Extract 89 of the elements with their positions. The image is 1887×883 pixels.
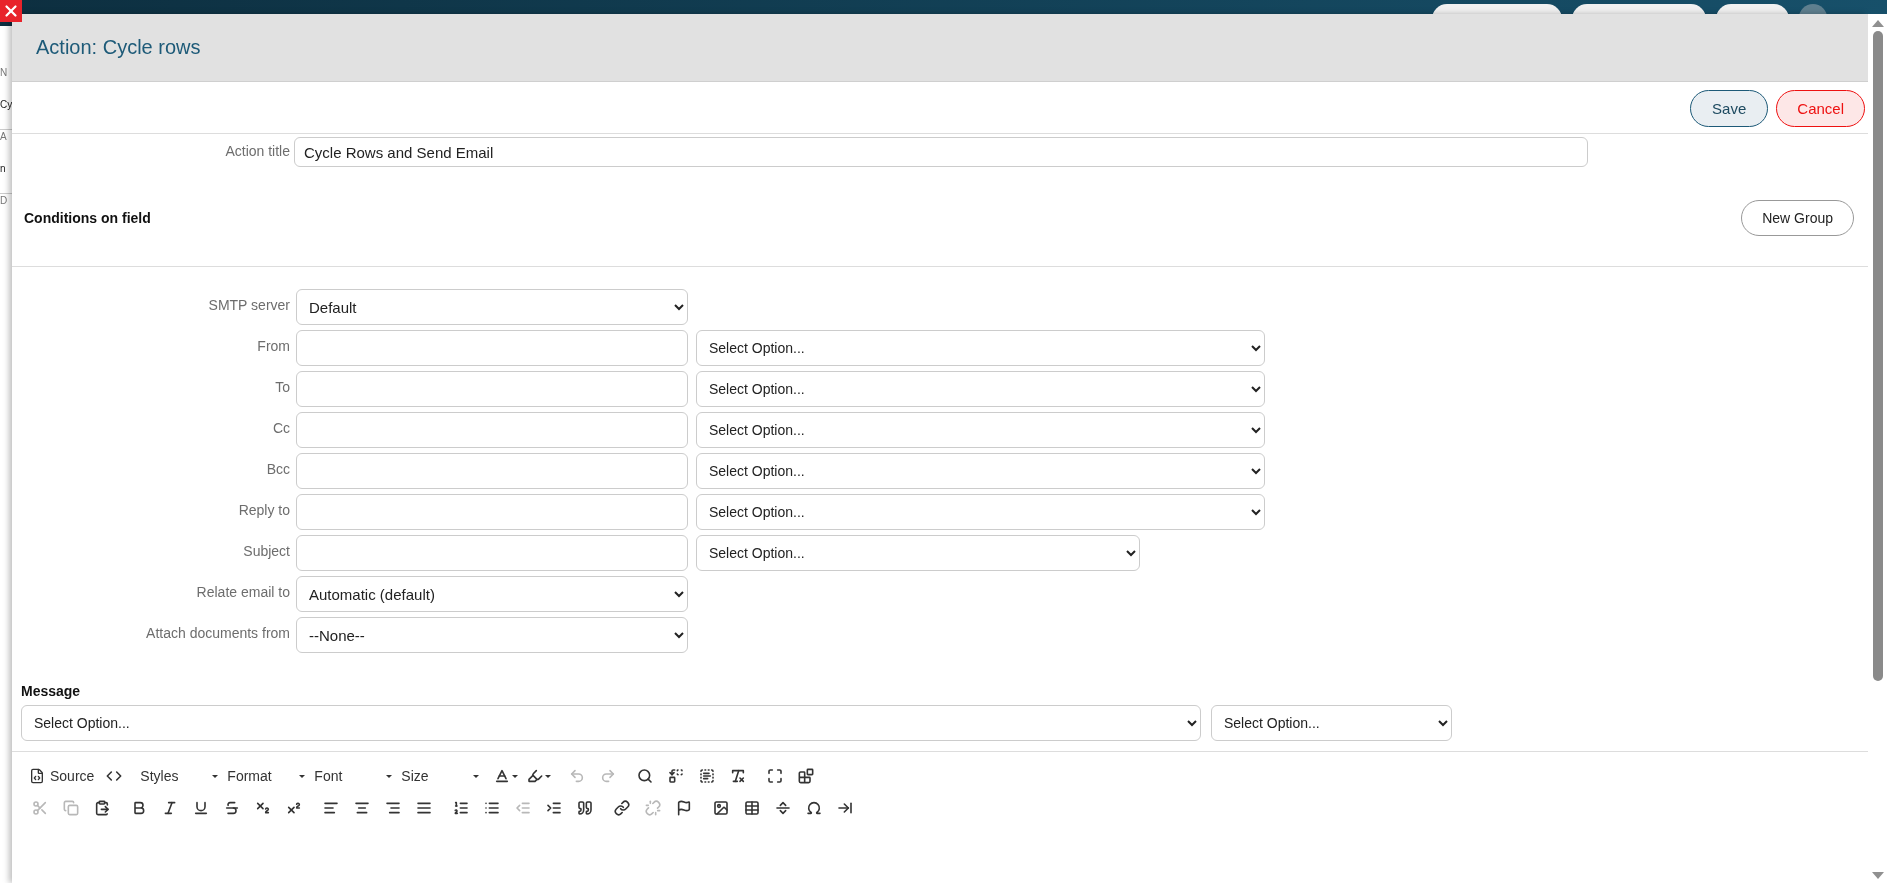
align-justify-icon	[416, 800, 432, 816]
scissors-icon	[32, 800, 48, 816]
toolbar-dropdown[interactable]: Styles	[137, 762, 222, 790]
section-heading: Conditions on field	[24, 210, 151, 226]
select-field[interactable]: Select Option...	[696, 535, 1140, 571]
source-button[interactable]: Source	[26, 762, 98, 790]
outdent-icon	[515, 800, 531, 816]
input-field[interactable]	[296, 412, 688, 448]
select-field[interactable]: Select Option...	[696, 412, 1265, 448]
numbered-list-icon	[453, 800, 469, 816]
unlink-icon	[645, 800, 661, 816]
link-icon	[614, 800, 630, 816]
field-label: Reply to	[237, 501, 290, 518]
input-field[interactable]	[296, 453, 688, 489]
toolbar-dropdown[interactable]: Font	[311, 762, 396, 790]
save-button[interactable]: Save	[1690, 90, 1769, 127]
field-label: SMTP server	[207, 296, 290, 313]
background-text: D	[0, 194, 9, 208]
field-label: Relate email to	[195, 583, 290, 600]
caret-icon	[386, 774, 393, 778]
input-field[interactable]: Cycle Rows and Send Email	[294, 137, 1588, 167]
field-label: Bcc	[265, 460, 290, 477]
search-icon	[637, 768, 654, 784]
field-label: To	[274, 378, 290, 395]
select-field[interactable]: Select Option...	[21, 705, 1201, 741]
bullet-list-icon	[484, 800, 500, 816]
copy-icon	[63, 800, 79, 816]
horizontal-rule-icon	[775, 800, 791, 816]
field-label: From	[256, 337, 290, 354]
dialog-title: Action: Cycle rows	[36, 36, 201, 59]
remove-format-icon	[730, 768, 747, 784]
code-icon	[106, 768, 123, 784]
background-text: N	[0, 66, 9, 80]
maximize-icon	[767, 768, 784, 784]
blocks-icon	[798, 768, 815, 784]
indent-icon	[546, 800, 562, 816]
background-text: A	[0, 130, 8, 144]
caret-icon	[512, 774, 519, 778]
highlighter-icon	[527, 768, 544, 784]
bold-icon	[131, 800, 147, 816]
input-field[interactable]	[296, 330, 688, 366]
undo-icon	[569, 768, 586, 784]
page-break-icon	[837, 800, 853, 816]
table-icon	[744, 800, 760, 816]
scroll-down-icon[interactable]	[1871, 872, 1884, 879]
file-code-icon	[29, 768, 45, 784]
image-icon	[713, 800, 729, 816]
clipboard-icon	[94, 800, 110, 816]
select-field[interactable]: Select Option...	[696, 330, 1265, 366]
text-color-icon	[494, 768, 511, 784]
subscript-icon	[255, 800, 271, 816]
redo-icon	[600, 768, 617, 784]
replace-icon	[668, 768, 685, 784]
cancel-button[interactable]: Cancel	[1776, 90, 1865, 127]
strikethrough-icon	[224, 800, 240, 816]
input-field[interactable]	[296, 535, 688, 571]
new-group-button[interactable]: New Group	[1741, 200, 1854, 236]
toolbar-dropdown[interactable]: Format	[224, 762, 309, 790]
input-field[interactable]	[296, 371, 688, 407]
quote-icon	[577, 800, 593, 816]
select-field[interactable]: Select Option...	[696, 453, 1265, 489]
caret-icon	[473, 774, 480, 778]
caret-icon	[299, 774, 306, 778]
superscript-icon	[286, 800, 302, 816]
align-left-icon	[323, 800, 339, 816]
section-heading: Message	[21, 683, 82, 699]
field-label: Action title	[224, 142, 290, 159]
toolbar-dropdown[interactable]: Size	[398, 762, 483, 790]
align-right-icon	[385, 800, 401, 816]
omega-icon	[806, 800, 822, 816]
field-label: Attach documents from	[145, 624, 290, 641]
scrollbar-thumb[interactable]	[1872, 31, 1883, 681]
align-center-icon	[354, 800, 370, 816]
field-label: Cc	[271, 419, 290, 436]
text-select-icon	[699, 768, 716, 784]
select-field[interactable]: Select Option...	[1211, 705, 1452, 741]
underline-icon	[193, 800, 209, 816]
select-field[interactable]: Default	[296, 289, 688, 325]
select-field[interactable]: Automatic (default)	[296, 576, 688, 612]
caret-icon	[212, 774, 219, 778]
select-field[interactable]: Select Option...	[696, 494, 1265, 530]
input-field[interactable]	[296, 494, 688, 530]
flag-icon	[676, 800, 692, 816]
select-field[interactable]: --None--	[296, 617, 688, 653]
select-field[interactable]: Select Option...	[696, 371, 1265, 407]
caret-icon	[545, 774, 552, 778]
close-icon[interactable]	[0, 0, 22, 22]
italic-icon	[162, 800, 178, 816]
field-label: Subject	[242, 542, 290, 559]
